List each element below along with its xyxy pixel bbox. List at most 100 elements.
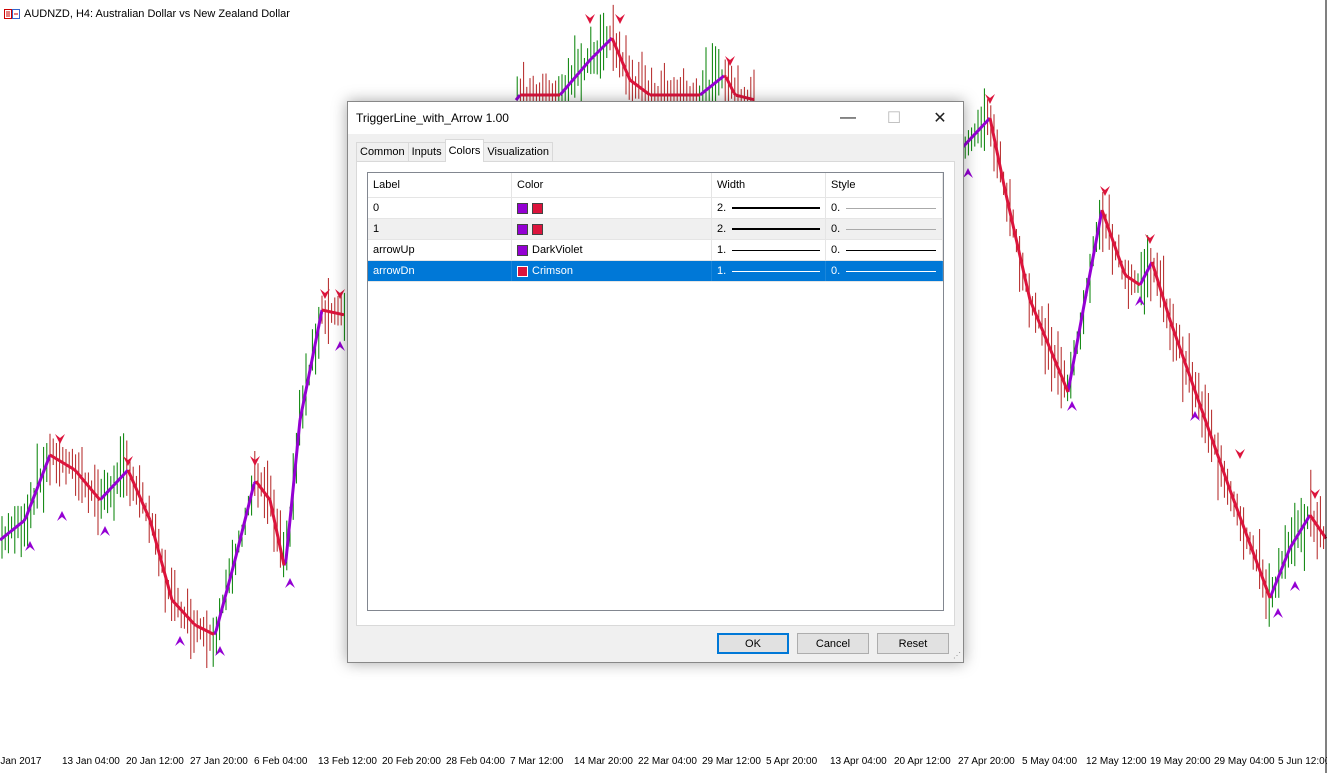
up-arrow-icon [25, 541, 35, 551]
down-arrow-icon [725, 56, 735, 66]
down-arrow-icon [585, 14, 595, 24]
color-swatch[interactable] [532, 202, 543, 214]
color-swatch[interactable] [517, 202, 528, 214]
time-axis-label: 22 Mar 04:00 [638, 756, 697, 767]
row-width-value: 1. [717, 244, 727, 256]
row-label: arrowDn [368, 261, 512, 281]
row-width-value: 1. [717, 265, 727, 277]
width-line-preview [732, 228, 821, 230]
width-line-preview [732, 207, 821, 209]
color-swatch[interactable] [517, 223, 528, 235]
down-arrow-icon [985, 94, 995, 104]
chart-title: AUDNZD, H4: Australian Dollar vs New Zea… [4, 8, 290, 20]
up-arrow-icon [1135, 296, 1145, 306]
close-button[interactable]: ✕ [917, 102, 963, 134]
down-arrow-icon [615, 14, 625, 24]
resize-grip-icon[interactable]: ⋰ [953, 652, 961, 660]
row-color-cell[interactable]: Crimson [512, 261, 712, 281]
column-header-label[interactable]: Label [368, 173, 512, 197]
time-axis-label: 28 Feb 04:00 [446, 756, 505, 767]
row-width-value: 2. [717, 202, 727, 214]
time-axis-label: 13 Jan 04:00 [62, 756, 120, 767]
color-row-1[interactable]: 1 2. 0. [368, 219, 943, 240]
color-row-arrowdn[interactable]: arrowDn Crimson 1. 0. [368, 261, 943, 282]
row-width-cell[interactable]: 1. [712, 240, 826, 260]
time-axis-label: 7 Mar 12:00 [510, 756, 564, 767]
maximize-button[interactable]: ☐ [871, 102, 917, 134]
chart-symbol-title: AUDNZD, H4: Australian Dollar vs New Zea… [24, 8, 290, 20]
color-swatch[interactable] [532, 223, 543, 235]
row-color-cell[interactable] [512, 219, 712, 239]
time-axis-label: 6 Feb 04:00 [254, 756, 308, 767]
time-axis-label: 5 Apr 20:00 [766, 756, 818, 767]
width-line-preview [732, 249, 821, 251]
row-label: 0 [368, 198, 512, 218]
row-label: 1 [368, 219, 512, 239]
down-arrow-icon [1310, 489, 1320, 499]
cancel-button[interactable]: Cancel [797, 633, 869, 654]
down-arrow-icon [1100, 186, 1110, 196]
time-axis-label: 12 May 12:00 [1086, 756, 1147, 767]
style-line-preview [846, 270, 937, 272]
width-line-preview [732, 270, 821, 272]
row-width-cell[interactable]: 2. [712, 198, 826, 218]
row-style-value: 0. [831, 265, 841, 277]
ok-button[interactable]: OK [717, 633, 789, 654]
row-width-cell[interactable]: 1. [712, 261, 826, 281]
column-header-color[interactable]: Color [512, 173, 712, 197]
time-axis-label: 20 Jan 12:00 [126, 756, 184, 767]
row-color-cell[interactable] [512, 198, 712, 218]
row-style-cell[interactable]: 0. [826, 261, 943, 281]
up-arrow-icon [1273, 608, 1283, 618]
row-style-value: 0. [831, 244, 841, 256]
dialog-titlebar[interactable]: TriggerLine_with_Arrow 1.00 — ☐ ✕ [348, 102, 963, 134]
up-arrow-icon [1290, 581, 1300, 591]
row-style-cell[interactable]: 0. [826, 240, 943, 260]
time-axis-label: 27 Jan 20:00 [190, 756, 248, 767]
colors-tab-panel: Label Color Width Style 0 2. 0. 1 2. 0. … [356, 161, 955, 626]
color-swatch[interactable] [517, 265, 528, 277]
time-axis-label: 5 May 04:00 [1022, 756, 1078, 767]
row-color-cell[interactable]: DarkViolet [512, 240, 712, 260]
time-axis-label: 29 Mar 12:00 [702, 756, 761, 767]
colors-list-header: Label Color Width Style [368, 173, 943, 198]
time-axis-label: 5 Jun 12:00 [1278, 756, 1327, 767]
up-arrow-icon [335, 341, 345, 351]
row-style-value: 0. [831, 202, 841, 214]
row-width-value: 2. [717, 223, 727, 235]
minimize-button[interactable]: — [825, 102, 871, 134]
time-axis-label: 27 Apr 20:00 [958, 756, 1015, 767]
color-swatch[interactable] [517, 244, 528, 256]
row-label: arrowUp [368, 240, 512, 260]
row-width-cell[interactable]: 2. [712, 219, 826, 239]
chart-list-icon[interactable] [4, 9, 20, 19]
down-arrow-icon [335, 289, 345, 299]
time-axis-label: 29 May 04:00 [1214, 756, 1275, 767]
color-name: Crimson [532, 265, 573, 277]
tab-colors[interactable]: Colors [444, 139, 485, 162]
dialog-tabs: Common Inputs Colors Visualization [356, 139, 553, 162]
style-line-preview [846, 228, 937, 230]
tab-inputs[interactable]: Inputs [407, 142, 446, 162]
reset-button[interactable]: Reset [877, 633, 949, 654]
indicator-properties-dialog: TriggerLine_with_Arrow 1.00 — ☐ ✕ Common… [347, 101, 964, 663]
style-line-preview [846, 249, 937, 251]
color-name: DarkViolet [532, 244, 583, 256]
tab-visualization[interactable]: Visualization [483, 142, 553, 162]
up-arrow-icon [57, 511, 67, 521]
style-line-preview [846, 207, 937, 209]
tab-common[interactable]: Common [356, 142, 409, 162]
down-arrow-icon [55, 434, 65, 444]
column-header-style[interactable]: Style [826, 173, 943, 197]
row-style-cell[interactable]: 0. [826, 198, 943, 218]
color-row-0[interactable]: 0 2. 0. [368, 198, 943, 219]
row-style-cell[interactable]: 0. [826, 219, 943, 239]
up-arrow-icon [1067, 401, 1077, 411]
up-arrow-icon [963, 168, 973, 178]
row-style-value: 0. [831, 223, 841, 235]
dialog-title: TriggerLine_with_Arrow 1.00 [356, 111, 509, 125]
column-header-width[interactable]: Width [712, 173, 826, 197]
color-row-arrowup[interactable]: arrowUp DarkViolet 1. 0. [368, 240, 943, 261]
colors-list[interactable]: Label Color Width Style 0 2. 0. 1 2. 0. … [367, 172, 944, 611]
time-axis-label: 5 Jan 2017 [0, 756, 42, 767]
